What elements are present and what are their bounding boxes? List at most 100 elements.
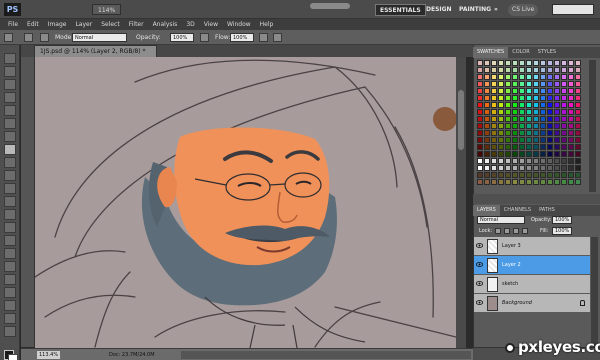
swatch-cell[interactable]: [505, 123, 511, 129]
menu-analysis[interactable]: Analysis: [153, 21, 178, 28]
swatch-cell[interactable]: [533, 67, 539, 73]
swatch-cell[interactable]: [512, 60, 518, 66]
menu-layer[interactable]: Layer: [75, 21, 92, 28]
swatch-cell[interactable]: [484, 88, 490, 94]
swatch-cell[interactable]: [540, 130, 546, 136]
swatch-cell[interactable]: [561, 60, 567, 66]
swatch-cell[interactable]: [498, 116, 504, 122]
swatch-cell[interactable]: [554, 67, 560, 73]
swatch-cell[interactable]: [491, 95, 497, 101]
swatch-cell[interactable]: [547, 60, 553, 66]
swatch-cell[interactable]: [547, 95, 553, 101]
3d-orbit-tool-icon[interactable]: [4, 300, 16, 311]
swatch-cell[interactable]: [575, 102, 581, 108]
swatch-cell[interactable]: [575, 88, 581, 94]
swatch-cell[interactable]: [526, 74, 532, 80]
swatch-cell[interactable]: [526, 144, 532, 150]
swatch-cell[interactable]: [568, 60, 574, 66]
swatch-cell[interactable]: [498, 130, 504, 136]
swatch-cell[interactable]: [512, 88, 518, 94]
swatch-cell[interactable]: [526, 102, 532, 108]
lock-pixels-icon[interactable]: [504, 228, 510, 234]
hand-tool-icon[interactable]: [4, 313, 16, 324]
swatch-cell[interactable]: [512, 172, 518, 178]
lasso-tool-icon[interactable]: [4, 79, 16, 90]
swatch-cell[interactable]: [540, 123, 546, 129]
swatch-cell[interactable]: [561, 130, 567, 136]
swatch-cell[interactable]: [554, 137, 560, 143]
swatch-cell[interactable]: [568, 123, 574, 129]
swatch-cell[interactable]: [512, 158, 518, 164]
swatch-cell[interactable]: [547, 144, 553, 150]
swatch-cell[interactable]: [477, 67, 483, 73]
mode-select[interactable]: Normal: [72, 33, 127, 42]
swatch-cell[interactable]: [533, 144, 539, 150]
type-tool-icon[interactable]: [4, 248, 16, 259]
swatch-cell[interactable]: [491, 172, 497, 178]
swatch-cell[interactable]: [561, 74, 567, 80]
swatch-cell[interactable]: [561, 137, 567, 143]
swatches-scrollbar[interactable]: [589, 60, 596, 192]
workspace-essentials-button[interactable]: ESSENTIALS: [375, 4, 426, 16]
blur-tool-icon[interactable]: [4, 209, 16, 220]
swatch-cell[interactable]: [561, 116, 567, 122]
swatch-cell[interactable]: [505, 165, 511, 171]
swatch-cell[interactable]: [512, 137, 518, 143]
swatch-cell[interactable]: [484, 137, 490, 143]
swatch-cell[interactable]: [519, 74, 525, 80]
swatch-cell[interactable]: [477, 116, 483, 122]
swatch-cell[interactable]: [512, 130, 518, 136]
swatch-cell[interactable]: [498, 60, 504, 66]
swatch-cell[interactable]: [477, 144, 483, 150]
swatch-cell[interactable]: [575, 60, 581, 66]
swatch-cell[interactable]: [568, 67, 574, 73]
swatch-cell[interactable]: [547, 151, 553, 157]
swatch-cell[interactable]: [547, 172, 553, 178]
brush-preset-icon[interactable]: [4, 33, 13, 42]
swatch-cell[interactable]: [498, 95, 504, 101]
swatch-cell[interactable]: [477, 151, 483, 157]
swatch-cell[interactable]: [533, 172, 539, 178]
swatch-cell[interactable]: [477, 74, 483, 80]
swatch-cell[interactable]: [575, 144, 581, 150]
swatch-cell[interactable]: [498, 179, 504, 185]
tab-paths[interactable]: PATHS: [535, 205, 559, 216]
menu-image[interactable]: Image: [48, 21, 67, 28]
swatch-cell[interactable]: [519, 165, 525, 171]
swatch-cell[interactable]: [533, 116, 539, 122]
zoom-tool-icon[interactable]: [4, 326, 16, 337]
swatch-cell[interactable]: [519, 116, 525, 122]
swatch-cell[interactable]: [575, 74, 581, 80]
swatch-cell[interactable]: [575, 123, 581, 129]
swatch-cell[interactable]: [505, 158, 511, 164]
swatch-cell[interactable]: [526, 123, 532, 129]
swatch-cell[interactable]: [491, 74, 497, 80]
menu-window[interactable]: Window: [227, 21, 251, 28]
swatch-cell[interactable]: [512, 74, 518, 80]
swatch-cell[interactable]: [512, 165, 518, 171]
swatch-cell[interactable]: [491, 60, 497, 66]
swatch-cell[interactable]: [526, 95, 532, 101]
swatch-cell[interactable]: [540, 158, 546, 164]
zoom-level-dropdown[interactable]: 114%: [92, 4, 122, 15]
swatch-cell[interactable]: [540, 109, 546, 115]
swatch-cell[interactable]: [568, 165, 574, 171]
swatch-cell[interactable]: [498, 81, 504, 87]
swatch-cell[interactable]: [519, 60, 525, 66]
swatch-cell[interactable]: [554, 81, 560, 87]
swatch-cell[interactable]: [491, 165, 497, 171]
swatch-cell[interactable]: [484, 165, 490, 171]
lock-all-icon[interactable]: [522, 228, 528, 234]
swatch-cell[interactable]: [512, 102, 518, 108]
swatch-cell[interactable]: [512, 151, 518, 157]
swatch-cell[interactable]: [505, 60, 511, 66]
eraser-tool-icon[interactable]: [4, 183, 16, 194]
swatch-cell[interactable]: [554, 144, 560, 150]
workspace-design-button[interactable]: DESIGN: [422, 4, 456, 16]
quick-select-tool-icon[interactable]: [4, 92, 16, 103]
swatch-cell[interactable]: [484, 179, 490, 185]
eye-icon[interactable]: [476, 242, 483, 249]
swatch-cell[interactable]: [561, 144, 567, 150]
swatch-cell[interactable]: [498, 165, 504, 171]
swatch-cell[interactable]: [575, 137, 581, 143]
